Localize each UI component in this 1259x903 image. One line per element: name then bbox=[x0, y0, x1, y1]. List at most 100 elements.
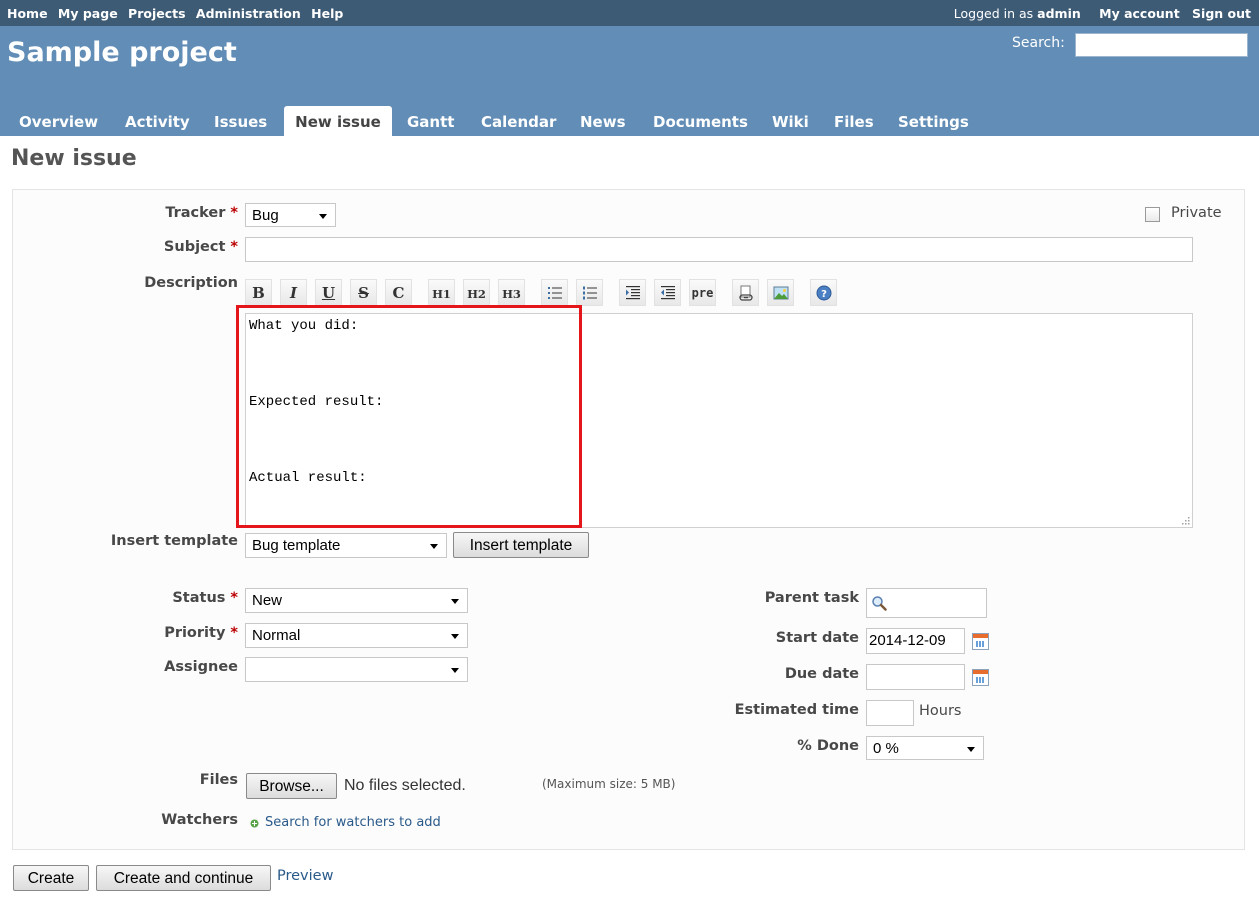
status-label: Status * bbox=[172, 590, 238, 606]
search-watchers-link[interactable]: Search for watchers to add bbox=[265, 815, 441, 830]
parent-task-label: Parent task bbox=[764, 590, 859, 606]
parent-task-input[interactable] bbox=[866, 588, 987, 618]
description-line: Actual result: bbox=[249, 470, 367, 486]
preformatted-icon[interactable]: pre bbox=[689, 279, 716, 306]
description-line: What you did: bbox=[249, 318, 359, 334]
subject-label-text: Subject bbox=[163, 239, 226, 255]
no-files-text: No files selected. bbox=[344, 777, 466, 794]
description-textarea[interactable]: What you did: Expected result: Actual re… bbox=[245, 313, 1193, 528]
logged-in-prefix: Logged in as bbox=[953, 6, 1034, 21]
create-and-continue-button[interactable]: Create and continue bbox=[96, 865, 271, 891]
insert-template-button[interactable]: Insert template bbox=[453, 532, 589, 558]
estimated-time-input[interactable] bbox=[866, 700, 914, 726]
bold-icon[interactable]: B bbox=[245, 279, 272, 306]
logged-in-user[interactable]: admin bbox=[1037, 6, 1081, 21]
status-select[interactable]: New bbox=[245, 588, 468, 613]
help-icon[interactable]: ? bbox=[810, 279, 837, 306]
required-marker: * bbox=[230, 239, 238, 255]
hours-label: Hours bbox=[919, 703, 962, 719]
assignee-label: Assignee bbox=[164, 659, 238, 675]
subject-input[interactable] bbox=[245, 237, 1193, 262]
insert-template-label: Insert template bbox=[110, 533, 238, 549]
calendar-icon[interactable] bbox=[972, 669, 989, 686]
search-icon bbox=[872, 596, 887, 611]
assignee-select[interactable] bbox=[245, 657, 468, 682]
tracker-label-text: Tracker bbox=[165, 205, 226, 221]
template-select[interactable]: Bug template bbox=[245, 533, 447, 558]
tracker-select[interactable]: Bug bbox=[245, 203, 336, 227]
top-menu-left: Home My page Projects Administration Hel… bbox=[7, 6, 349, 21]
tab-wiki[interactable]: Wiki bbox=[772, 106, 809, 136]
tab-gantt[interactable]: Gantt bbox=[407, 106, 454, 136]
tab-new-issue[interactable]: New issue bbox=[284, 106, 392, 136]
tab-activity[interactable]: Activity bbox=[125, 106, 190, 136]
watchers-label: Watchers bbox=[161, 812, 238, 828]
heading1-label: H1 bbox=[432, 287, 451, 301]
description-line: Expected result: bbox=[249, 394, 384, 410]
top-menu-help[interactable]: Help bbox=[311, 6, 343, 21]
my-account-link[interactable]: My account bbox=[1099, 6, 1180, 21]
priority-select-value: Normal bbox=[252, 627, 301, 644]
status-label-text: Status bbox=[172, 590, 226, 606]
image-icon[interactable] bbox=[767, 279, 794, 306]
account-menu: Logged in as admin My account Sign out bbox=[954, 6, 1251, 21]
top-menu-projects[interactable]: Projects bbox=[128, 6, 186, 21]
done-ratio-select[interactable]: 0 % bbox=[866, 736, 984, 760]
chevron-down-icon bbox=[967, 747, 975, 752]
inline-code-icon[interactable]: C bbox=[385, 279, 412, 306]
numbered-list-icon[interactable] bbox=[576, 279, 603, 306]
heading2-icon[interactable]: H2 bbox=[463, 279, 490, 306]
underline-icon[interactable]: U bbox=[315, 279, 342, 306]
resize-handle-icon[interactable] bbox=[1180, 515, 1190, 525]
link-icon[interactable] bbox=[732, 279, 759, 306]
heading3-icon[interactable]: H3 bbox=[498, 279, 525, 306]
add-icon[interactable] bbox=[250, 819, 259, 828]
required-marker: * bbox=[230, 205, 238, 221]
required-marker: * bbox=[230, 625, 238, 641]
chevron-down-icon bbox=[451, 599, 459, 604]
priority-label-text: Priority bbox=[164, 625, 226, 641]
due-date-label: Due date bbox=[784, 666, 859, 682]
search-label: Search: bbox=[1012, 35, 1065, 51]
tab-news[interactable]: News bbox=[580, 106, 626, 136]
page-title: New issue bbox=[11, 146, 137, 171]
tab-documents[interactable]: Documents bbox=[653, 106, 748, 136]
heading1-icon[interactable]: H1 bbox=[428, 279, 455, 306]
subject-label: Subject * bbox=[164, 239, 238, 255]
done-label: % Done bbox=[797, 738, 859, 754]
tab-files[interactable]: Files bbox=[834, 106, 874, 136]
start-date-input[interactable]: 2014-12-09 bbox=[866, 628, 965, 654]
top-menu-home[interactable]: Home bbox=[7, 6, 48, 21]
top-menu-administration[interactable]: Administration bbox=[196, 6, 301, 21]
search-input[interactable] bbox=[1075, 33, 1248, 57]
chevron-down-icon bbox=[430, 544, 438, 549]
priority-select[interactable]: Normal bbox=[245, 623, 468, 648]
create-button[interactable]: Create bbox=[13, 865, 89, 891]
strikethrough-icon[interactable]: S bbox=[350, 279, 377, 306]
template-select-value: Bug template bbox=[252, 537, 341, 554]
project-title: Sample project bbox=[7, 37, 237, 68]
preview-link[interactable]: Preview bbox=[277, 868, 333, 884]
tab-overview[interactable]: Overview bbox=[19, 106, 98, 136]
top-menu-my-page[interactable]: My page bbox=[58, 6, 118, 21]
tab-calendar[interactable]: Calendar bbox=[481, 106, 556, 136]
italic-icon[interactable]: I bbox=[280, 279, 307, 306]
outdent-icon[interactable] bbox=[654, 279, 681, 306]
priority-label: Priority * bbox=[164, 625, 238, 641]
estimated-time-label: Estimated time bbox=[734, 702, 859, 718]
files-label: Files bbox=[199, 772, 238, 788]
svg-text:?: ? bbox=[821, 289, 827, 300]
description-label: Description bbox=[144, 275, 238, 291]
bullet-list-icon[interactable] bbox=[541, 279, 568, 306]
private-checkbox[interactable] bbox=[1145, 207, 1160, 222]
due-date-input[interactable] bbox=[866, 664, 965, 690]
calendar-icon[interactable] bbox=[972, 633, 989, 650]
browse-button[interactable]: Browse... bbox=[246, 773, 337, 799]
start-date-label: Start date bbox=[775, 630, 859, 646]
tab-issues[interactable]: Issues bbox=[214, 106, 267, 136]
chevron-down-icon bbox=[319, 214, 327, 219]
indent-icon[interactable] bbox=[619, 279, 646, 306]
chevron-down-icon bbox=[451, 634, 459, 639]
tab-settings[interactable]: Settings bbox=[898, 106, 969, 136]
sign-out-link[interactable]: Sign out bbox=[1192, 6, 1251, 21]
